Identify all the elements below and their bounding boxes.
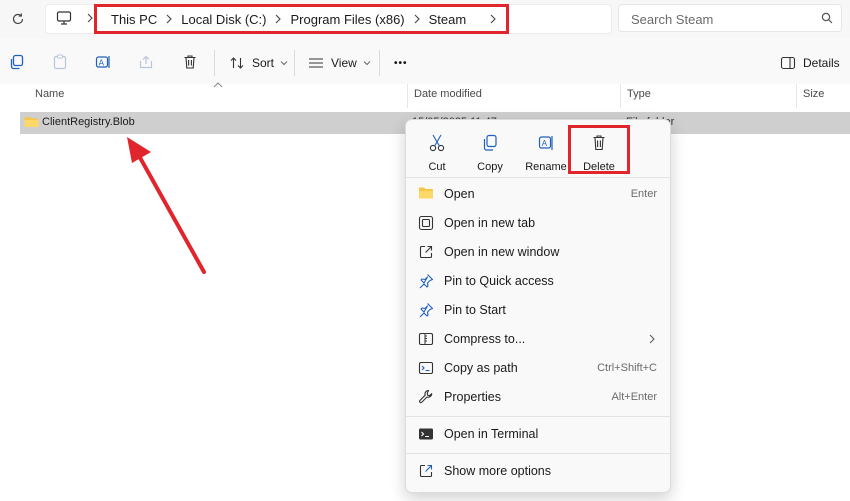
folder-icon [24, 116, 39, 128]
copy-button[interactable]: Copy [465, 128, 515, 173]
menu-item-label: Show more options [444, 464, 552, 478]
details-pane-icon [780, 56, 796, 70]
toolbar-divider [294, 50, 295, 76]
menu-separator [406, 416, 670, 417]
delete-highlight [568, 125, 630, 174]
breadcrumb-this-pc[interactable]: This PC [111, 12, 157, 27]
view-button[interactable]: View [308, 52, 371, 74]
menu-item-label: Open in new tab [444, 216, 536, 230]
breadcrumb: This PC Local Disk (C:) Program Files (x… [94, 4, 509, 34]
menu-separator [406, 177, 670, 178]
rename-label: Rename [525, 161, 567, 173]
new-copy-icon[interactable] [9, 54, 25, 70]
chevron-right-icon[interactable] [405, 12, 429, 26]
toolbar-divider [379, 50, 380, 76]
menu-item-label: Copy as path [444, 361, 518, 375]
menu-item-label: Open in new window [444, 245, 560, 259]
cut-button[interactable]: Cut [412, 128, 462, 173]
sort-up-icon [213, 82, 223, 88]
column-type[interactable]: Type [627, 88, 651, 100]
menu-item-compress[interactable]: Compress to... [406, 325, 670, 353]
address-bar-row: This PC Local Disk (C:) Program Files (x… [0, 0, 850, 38]
menu-item-label: Properties [444, 390, 501, 404]
menu-item-label: Pin to Quick access [444, 274, 554, 288]
menu-item-shortcut: Enter [630, 188, 657, 200]
column-date-modified[interactable]: Date modified [414, 88, 482, 100]
refresh-icon[interactable] [8, 9, 28, 29]
pin-icon [418, 273, 434, 289]
command-bar: A Sort View ••• Details [0, 38, 850, 89]
chevron-down-icon [363, 60, 371, 66]
search-icon[interactable] [821, 12, 833, 24]
file-name[interactable]: ClientRegistry.Blob [42, 116, 135, 128]
copy-icon [465, 134, 515, 152]
menu-item-shortcut: Ctrl+Shift+C [597, 362, 657, 374]
paste-icon[interactable] [52, 54, 68, 70]
column-divider[interactable] [407, 84, 408, 108]
scissors-icon [412, 134, 462, 152]
column-size[interactable]: Size [803, 88, 824, 100]
see-more-button[interactable]: ••• [394, 52, 408, 74]
column-header: Name Date modified Type Size [0, 82, 850, 108]
menu-item-pin-start[interactable]: Pin to Start [406, 296, 670, 324]
menu-item-open-terminal[interactable]: Open in Terminal [406, 420, 670, 448]
details-label: Details [803, 56, 840, 70]
folder-icon [418, 186, 434, 200]
copy-path-icon [418, 360, 434, 376]
terminal-icon [418, 426, 434, 442]
annotation-arrow [127, 137, 206, 274]
zip-icon [418, 331, 434, 347]
new-tab-icon [418, 215, 434, 231]
menu-item-open[interactable]: Open Enter [406, 180, 670, 208]
this-pc-icon[interactable] [56, 10, 72, 26]
menu-item-pin-quick-access[interactable]: Pin to Quick access [406, 267, 670, 295]
menu-item-open-new-window[interactable]: Open in new window [406, 238, 670, 266]
trash-icon[interactable] [182, 54, 198, 70]
chevron-right-icon[interactable] [480, 12, 506, 26]
wrench-icon [418, 389, 434, 405]
column-divider[interactable] [620, 84, 621, 108]
menu-item-label: Open in Terminal [444, 427, 539, 441]
chevron-down-icon [280, 60, 288, 66]
chevron-right-icon[interactable] [86, 11, 94, 25]
menu-item-label: Pin to Start [444, 303, 506, 317]
cut-label: Cut [428, 161, 446, 173]
toolbar-divider [214, 50, 215, 76]
breadcrumb-steam[interactable]: Steam [429, 12, 467, 27]
menu-item-label: Compress to... [444, 332, 526, 346]
view-label: View [331, 56, 357, 70]
menu-item-show-more-options[interactable]: Show more options [406, 457, 670, 485]
menu-separator [406, 453, 670, 454]
menu-item-properties[interactable]: Properties Alt+Enter [406, 383, 670, 411]
sort-icon [229, 56, 245, 70]
more-options-icon [418, 463, 434, 479]
view-icon [308, 57, 324, 69]
new-window-icon [418, 244, 434, 260]
menu-item-shortcut: Alt+Enter [611, 391, 657, 403]
column-name[interactable]: Name [35, 88, 64, 100]
breadcrumb-local-disk[interactable]: Local Disk (C:) [181, 12, 266, 27]
breadcrumb-program-files[interactable]: Program Files (x86) [290, 12, 404, 27]
svg-text:A: A [99, 59, 105, 68]
context-menu: Cut Copy A Rename Delete Open Enter Open… [405, 119, 671, 493]
chevron-right-icon[interactable] [266, 12, 290, 26]
chevron-right-icon [649, 334, 655, 344]
sort-button[interactable]: Sort [229, 52, 288, 74]
svg-text:A: A [542, 139, 548, 148]
pin-icon [418, 302, 434, 318]
copy-label: Copy [477, 161, 503, 173]
sort-label: Sort [252, 56, 275, 70]
rename-icon[interactable]: A [95, 54, 111, 70]
menu-item-open-new-tab[interactable]: Open in new tab [406, 209, 670, 237]
menu-item-copy-as-path[interactable]: Copy as path Ctrl+Shift+C [406, 354, 670, 382]
rename-icon: A [520, 134, 572, 152]
rename-button[interactable]: A Rename [520, 128, 572, 173]
share-icon[interactable] [138, 54, 154, 70]
details-button[interactable]: Details [780, 52, 840, 74]
search-box[interactable]: Search Steam [618, 4, 842, 32]
column-divider[interactable] [796, 84, 797, 108]
search-input[interactable]: Search Steam [631, 12, 713, 27]
chevron-right-icon[interactable] [157, 12, 181, 26]
menu-item-label: Open [444, 187, 475, 201]
